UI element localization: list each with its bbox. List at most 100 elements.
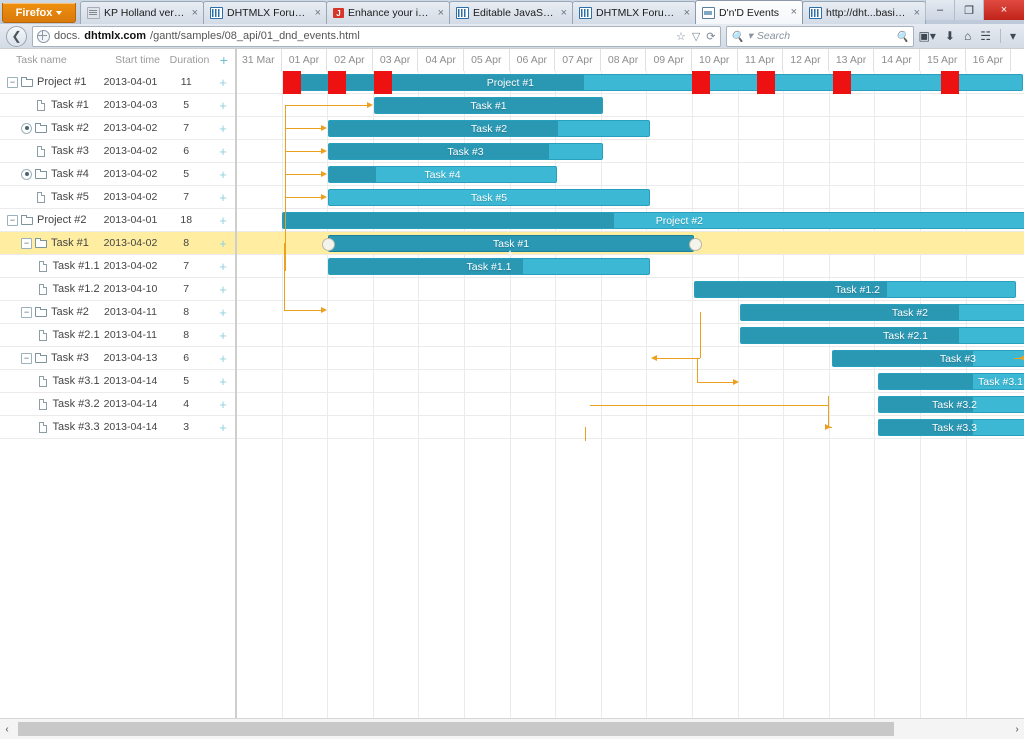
hscroll-track[interactable] bbox=[14, 721, 1010, 737]
cell-task-name[interactable]: Task #4 bbox=[0, 168, 100, 180]
add-subtask-icon[interactable]: + bbox=[211, 122, 235, 135]
milestone-marker[interactable] bbox=[692, 71, 710, 94]
browser-tab-4[interactable]: DHTMLX Forum • Po... × bbox=[572, 1, 696, 24]
downloads-icon[interactable]: ⬇ bbox=[945, 29, 955, 43]
table-row[interactable]: Task #3.2 2013-04-14 4 + bbox=[0, 393, 235, 416]
cell-task-name[interactable]: − Task #3 bbox=[0, 352, 100, 364]
add-subtask-icon[interactable]: + bbox=[211, 283, 235, 296]
table-row[interactable]: Task #5 2013-04-02 7 + bbox=[0, 186, 235, 209]
cell-duration[interactable]: 11 bbox=[161, 76, 211, 88]
column-header-start-time[interactable]: Start time bbox=[109, 54, 167, 66]
add-subtask-icon[interactable]: + bbox=[211, 421, 235, 434]
cell-task-name[interactable]: Task #3.1 bbox=[0, 375, 100, 387]
address-bar[interactable]: docs. dhtmlx.com/gantt/samples/08_api/01_… bbox=[32, 25, 721, 47]
back-button[interactable]: ❮ bbox=[6, 25, 27, 47]
hscroll-thumb[interactable] bbox=[18, 722, 894, 736]
chevron-down-icon[interactable]: ▽ bbox=[692, 30, 700, 43]
minimize-button[interactable]: – bbox=[925, 0, 954, 20]
cell-start-time[interactable]: 2013-04-02 bbox=[100, 191, 162, 203]
milestone-marker[interactable] bbox=[283, 71, 301, 94]
add-subtask-icon[interactable]: + bbox=[211, 145, 235, 158]
cell-start-time[interactable]: 2013-04-01 bbox=[100, 214, 162, 226]
cell-task-name[interactable]: Task #5 bbox=[0, 191, 100, 203]
table-row[interactable]: Task #1 2013-04-03 5 + bbox=[0, 94, 235, 117]
close-icon[interactable]: × bbox=[683, 7, 691, 19]
gantt-bar[interactable]: Project #1 bbox=[283, 74, 1023, 91]
gantt-bar[interactable]: Project #2 bbox=[282, 212, 1024, 229]
cell-task-name[interactable]: Task #2 bbox=[0, 122, 100, 134]
add-subtask-icon[interactable]: + bbox=[211, 237, 235, 250]
add-subtask-icon[interactable]: + bbox=[211, 214, 235, 227]
maximize-button[interactable]: ❐ bbox=[954, 0, 983, 20]
cell-duration[interactable]: 18 bbox=[161, 214, 211, 226]
close-icon[interactable]: × bbox=[560, 7, 568, 19]
cell-task-name[interactable]: Task #3 bbox=[0, 145, 100, 157]
gantt-bar[interactable]: Task #1.2 bbox=[694, 281, 1016, 298]
gantt-bar[interactable]: Task #4 bbox=[328, 166, 557, 183]
table-row[interactable]: Task #4 2013-04-02 5 + bbox=[0, 163, 235, 186]
resize-handle-right[interactable] bbox=[689, 238, 702, 251]
cell-start-time[interactable]: 2013-04-02 bbox=[100, 122, 162, 134]
milestone-marker[interactable] bbox=[941, 71, 959, 94]
milestone-marker[interactable] bbox=[328, 71, 346, 94]
browser-tab-0[interactable]: KP Holland veredeling × bbox=[80, 1, 204, 24]
cell-task-name[interactable]: Task #1.1 bbox=[0, 260, 100, 272]
cell-duration[interactable]: 5 bbox=[161, 168, 211, 180]
browser-tab-5-active[interactable]: D'n'D Events × bbox=[695, 0, 803, 24]
cell-start-time[interactable]: 2013-04-02 bbox=[100, 260, 162, 272]
close-icon[interactable]: × bbox=[191, 7, 199, 19]
table-row[interactable]: Task #3.3 2013-04-14 3 + bbox=[0, 416, 235, 439]
table-row[interactable]: Task #1.1 2013-04-02 7 + bbox=[0, 255, 235, 278]
search-input[interactable]: Search bbox=[757, 30, 790, 42]
timeline-row[interactable]: Task #4 bbox=[236, 163, 1024, 186]
cell-start-time[interactable]: 2013-04-02 bbox=[100, 145, 162, 157]
table-row[interactable]: − Task #3 2013-04-13 6 + bbox=[0, 347, 235, 370]
gantt-bar[interactable]: Task #3 bbox=[832, 350, 1024, 367]
timeline-row[interactable]: Task #1.2 bbox=[236, 278, 1024, 301]
milestone-marker[interactable] bbox=[757, 71, 775, 94]
add-task-header-icon[interactable]: + bbox=[213, 53, 235, 67]
add-subtask-icon[interactable]: + bbox=[211, 260, 235, 273]
browser-tab-1[interactable]: DHTMLX Forum • Vi... × bbox=[203, 1, 327, 24]
collapse-toggle[interactable]: − bbox=[7, 76, 18, 88]
cell-task-name[interactable]: − Project #1 bbox=[0, 76, 100, 88]
gantt-bar[interactable]: Task #3.1 bbox=[878, 373, 1024, 390]
cell-duration[interactable]: 7 bbox=[161, 191, 211, 203]
timeline-row[interactable]: Task #1 bbox=[236, 232, 1024, 256]
scroll-left-icon[interactable]: ‹ bbox=[0, 724, 14, 735]
cell-task-name[interactable]: − Task #1 bbox=[0, 237, 100, 249]
search-dropdown-caret[interactable]: ▾ bbox=[748, 30, 753, 42]
timeline-row[interactable]: Task #2.1 bbox=[236, 324, 1024, 347]
gantt-bar[interactable]: Task #2.1 bbox=[740, 327, 1024, 344]
gantt-bar[interactable]: Task #2 bbox=[740, 304, 1024, 321]
resize-handle-left[interactable] bbox=[322, 238, 335, 251]
collapse-toggle[interactable]: − bbox=[21, 237, 32, 249]
table-row[interactable]: Task #3 2013-04-02 6 + bbox=[0, 140, 235, 163]
collapse-toggle[interactable]: − bbox=[7, 214, 18, 226]
cell-duration[interactable]: 5 bbox=[161, 99, 211, 111]
cell-start-time[interactable]: 2013-04-14 bbox=[100, 398, 162, 410]
cell-duration[interactable]: 6 bbox=[161, 145, 211, 157]
browser-tab-6[interactable]: http://dht...basic.html × bbox=[802, 1, 926, 24]
add-subtask-icon[interactable]: + bbox=[211, 168, 235, 181]
table-row[interactable]: Task #3.1 2013-04-14 5 + bbox=[0, 370, 235, 393]
gantt-bar[interactable]: Task #1 bbox=[374, 97, 603, 114]
cell-start-time[interactable]: 2013-04-03 bbox=[100, 99, 162, 111]
cell-duration[interactable]: 8 bbox=[161, 329, 211, 341]
cell-task-name[interactable]: Task #2.1 bbox=[0, 329, 100, 341]
close-window-button[interactable]: × bbox=[983, 0, 1024, 20]
collapse-toggle[interactable]: − bbox=[21, 352, 32, 364]
reload-icon[interactable]: ⟳ bbox=[706, 30, 715, 43]
timeline-row[interactable]: Task #5 bbox=[236, 186, 1024, 209]
progress-drag-handle[interactable] bbox=[507, 250, 513, 256]
search-go-icon[interactable]: 🔍 bbox=[895, 30, 908, 43]
table-row[interactable]: Task #1.2 2013-04-10 7 + bbox=[0, 278, 235, 301]
browser-tab-2[interactable]: J Enhance your input f... × bbox=[326, 1, 450, 24]
cell-task-name[interactable]: Task #3.2 bbox=[0, 398, 100, 410]
table-row[interactable]: − Task #2 2013-04-11 8 + bbox=[0, 301, 235, 324]
cell-start-time[interactable]: 2013-04-02 bbox=[100, 237, 162, 249]
timeline-row[interactable]: Task #2 bbox=[236, 117, 1024, 140]
cell-start-time[interactable]: 2013-04-10 bbox=[100, 283, 162, 295]
add-subtask-icon[interactable]: + bbox=[211, 398, 235, 411]
timeline-row[interactable]: Task #1.1 bbox=[236, 255, 1024, 278]
